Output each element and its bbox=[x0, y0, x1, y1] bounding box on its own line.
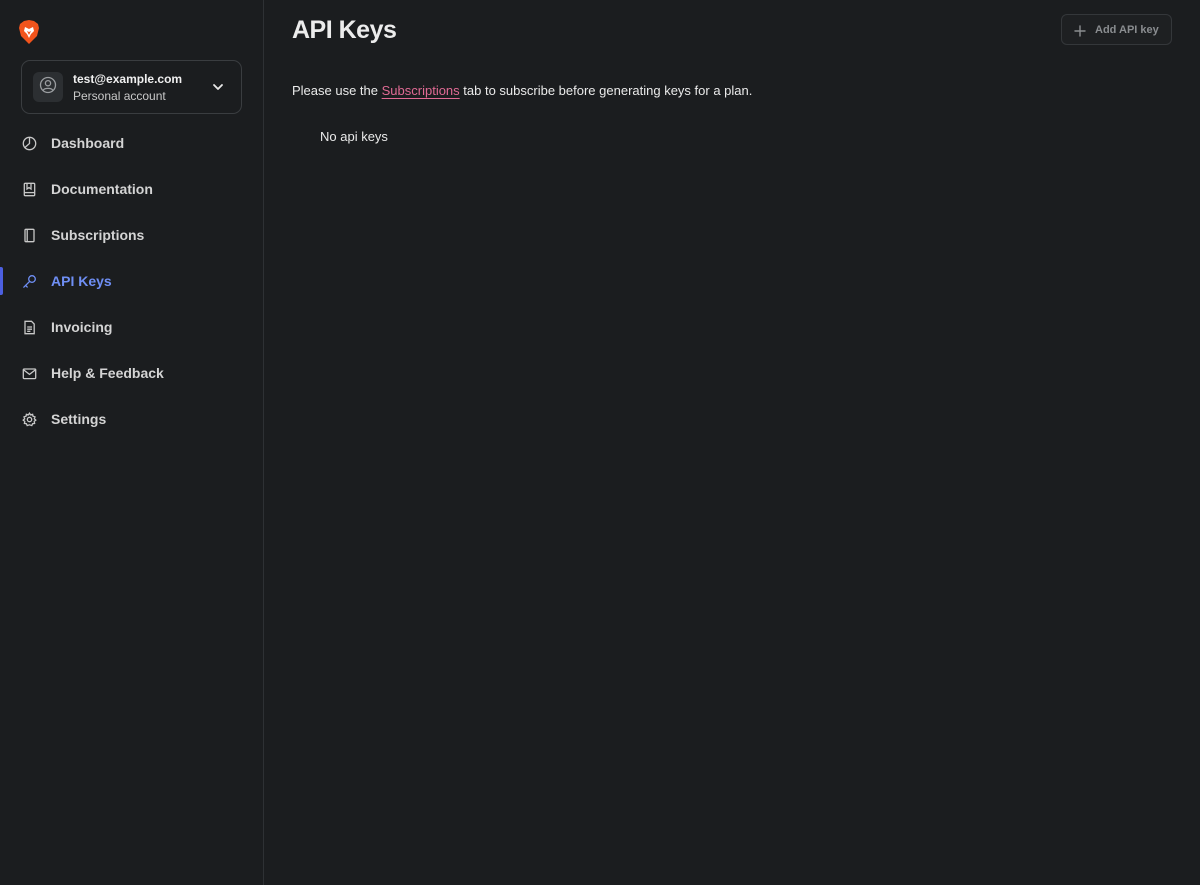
lion-logo-icon bbox=[18, 19, 40, 45]
chevron-down-icon[interactable] bbox=[211, 80, 225, 94]
subscription-notice: Please use the Subscriptions tab to subs… bbox=[292, 83, 752, 98]
sidebar-item-api-keys[interactable]: API Keys bbox=[0, 258, 263, 304]
sidebar-item-label: Settings bbox=[51, 411, 107, 427]
subscription-icon bbox=[22, 228, 37, 243]
sidebar-item-help-feedback[interactable]: Help & Feedback bbox=[0, 350, 263, 396]
invoice-icon bbox=[22, 320, 37, 335]
sidebar-nav: Dashboard Documentation Subscriptions AP… bbox=[0, 120, 263, 442]
gear-icon bbox=[22, 411, 37, 427]
brand-logo[interactable] bbox=[18, 18, 40, 46]
key-icon bbox=[22, 274, 37, 289]
account-type: Personal account bbox=[73, 88, 166, 103]
book-icon bbox=[22, 182, 37, 197]
sidebar-item-dashboard[interactable]: Dashboard bbox=[0, 120, 263, 166]
account-email: test@example.com bbox=[73, 71, 183, 86]
sidebar-item-label: API Keys bbox=[51, 273, 112, 289]
sidebar-item-label: Dashboard bbox=[51, 135, 125, 151]
notice-text-after: tab to subscribe before generating keys … bbox=[459, 83, 753, 98]
active-indicator bbox=[0, 267, 3, 295]
app-window: test@example.com Personal account Dashbo… bbox=[0, 0, 1200, 885]
avatar bbox=[33, 72, 63, 102]
sidebar-item-label: Invoicing bbox=[51, 319, 113, 335]
sidebar-item-label: Help & Feedback bbox=[51, 365, 164, 381]
sidebar-item-documentation[interactable]: Documentation bbox=[0, 166, 263, 212]
sidebar: test@example.com Personal account Dashbo… bbox=[0, 0, 264, 885]
add-api-key-label: Add API key bbox=[1095, 23, 1159, 36]
subscriptions-link[interactable]: Subscriptions bbox=[382, 83, 460, 98]
sidebar-item-settings[interactable]: Settings bbox=[0, 396, 263, 442]
mail-icon bbox=[22, 366, 37, 381]
plus-icon bbox=[1074, 24, 1086, 37]
account-switcher[interactable]: test@example.com Personal account bbox=[21, 60, 242, 114]
main-content: API Keys Add API key Please use the Subs… bbox=[264, 0, 1200, 885]
sidebar-item-label: Subscriptions bbox=[51, 227, 145, 243]
add-api-key-button[interactable]: Add API key bbox=[1061, 14, 1172, 45]
empty-state-text: No api keys bbox=[320, 129, 388, 144]
notice-text-before: Please use the bbox=[292, 83, 382, 98]
page-title: API Keys bbox=[292, 16, 397, 44]
sidebar-item-invoicing[interactable]: Invoicing bbox=[0, 304, 263, 350]
user-icon bbox=[39, 76, 57, 99]
dashboard-icon bbox=[22, 136, 37, 151]
sidebar-item-subscriptions[interactable]: Subscriptions bbox=[0, 212, 263, 258]
sidebar-item-label: Documentation bbox=[51, 181, 153, 197]
